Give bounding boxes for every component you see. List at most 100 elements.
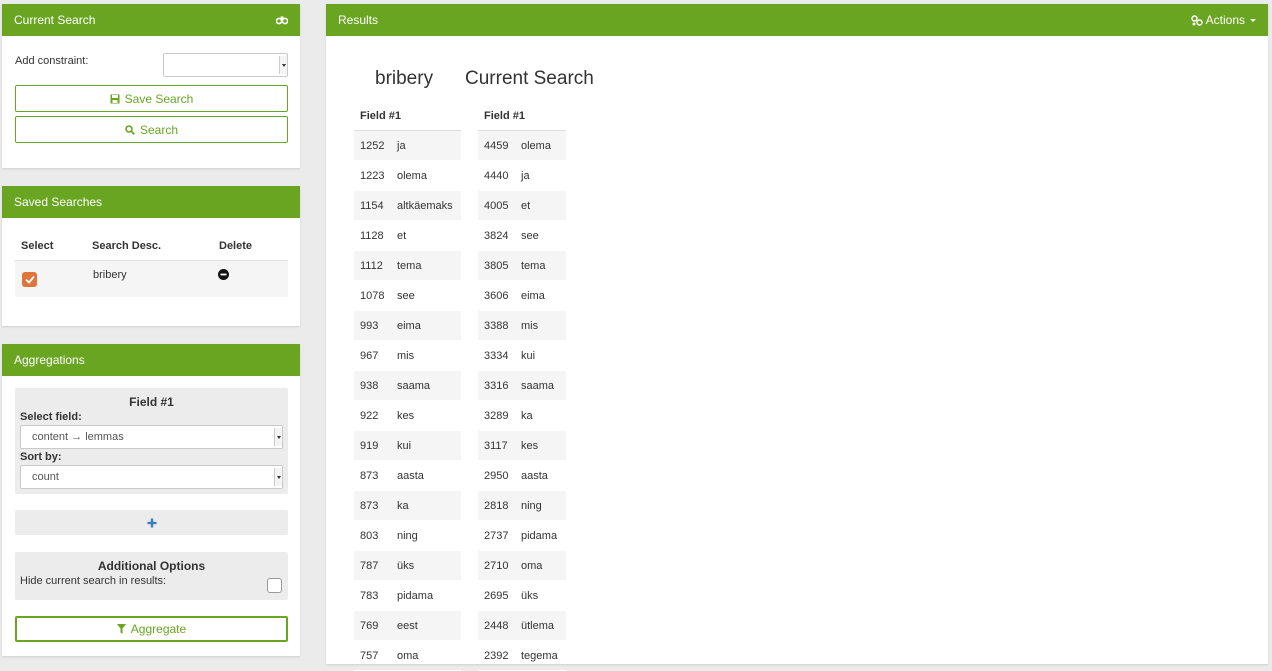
row-count: 769 [354, 610, 391, 641]
row-count: 3606 [478, 280, 515, 311]
search-icon [125, 124, 135, 135]
table-header-row: Field #1 [354, 102, 461, 131]
saved-search-checkbox[interactable] [22, 271, 37, 287]
table-row: 2950 aasta [478, 460, 566, 491]
table-row: 803 ning [354, 520, 461, 551]
column-header: Field #1 [354, 102, 461, 131]
table-row: 1252 ja [354, 130, 461, 161]
row-count: 4459 [478, 130, 515, 161]
row-term: ja [515, 160, 566, 191]
aggregate-button[interactable]: Aggregate [15, 616, 288, 642]
table-row: 2737 pidama [478, 520, 566, 551]
bribery-results-body: 1252 ja 1223 olema 1154 altkäemaks 1128 et 1112 t… [354, 130, 461, 671]
select-field-value: content → lemmas [32, 431, 124, 443]
row-term: pidama [391, 580, 461, 611]
row-count: 3289 [478, 400, 515, 431]
row-term: tema [515, 250, 566, 281]
row-term: et [515, 190, 566, 221]
row-term: ja [391, 130, 461, 161]
chevron-down-icon [1250, 18, 1256, 22]
table-row: 787 üks [354, 550, 461, 581]
current-search-header: Current Search [2, 4, 300, 36]
field-box: Field #1 Select field: content → lemmas … [15, 388, 288, 494]
sort-by-dropdown[interactable]: count [20, 465, 283, 489]
hide-current-search-label: Hide current search in results: [20, 575, 167, 587]
row-term: saama [515, 370, 566, 401]
table-row: 873 ka [354, 490, 461, 521]
row-count: 1078 [354, 280, 391, 311]
table-row: 967 mis [354, 340, 461, 371]
saved-searches-header: Saved Searches [2, 186, 300, 218]
table-row: 2818 ning [478, 490, 566, 521]
hide-current-search-checkbox[interactable] [267, 578, 282, 593]
check-icon [24, 275, 35, 284]
table-row: 3334 kui [478, 340, 566, 371]
search-button[interactable]: Search [15, 116, 288, 143]
saved-searches-panel: Saved Searches Select Search Desc. Delet… [2, 186, 300, 326]
row-term: kui [391, 430, 461, 461]
bribery-results-table: Field #1 1252 ja 1223 olema 1154 altkäemaks 11… [354, 102, 461, 671]
row-term: altkäemaks [391, 190, 461, 221]
row-term: see [391, 280, 461, 311]
row-term: saama [391, 370, 461, 401]
row-term: kes [515, 430, 566, 461]
table-row: 3606 eima [478, 280, 566, 311]
table-row: 1223 olema [354, 160, 461, 191]
table-row: 1078 see [354, 280, 461, 311]
row-term: olema [515, 130, 566, 161]
aggregations-title: Aggregations [14, 353, 85, 367]
minus-circle-icon[interactable] [218, 268, 229, 280]
select-field-dropdown[interactable]: content → lemmas [20, 425, 283, 449]
add-field-button[interactable] [15, 510, 288, 535]
table-row: 2695 üks [478, 580, 566, 611]
row-term: eima [391, 310, 461, 341]
row-count: 4440 [478, 160, 515, 191]
row-count: 2448 [478, 610, 515, 641]
table-row: 3316 saama [478, 370, 566, 401]
row-term: kui [515, 340, 566, 371]
table-row: 2392 tegema [478, 640, 566, 671]
saved-searches-head-row: Select Search Desc. Delete [15, 232, 288, 261]
save-search-button[interactable]: Save Search [15, 85, 288, 112]
table-row: 757 oma [354, 640, 461, 671]
constraint-select[interactable] [163, 53, 288, 77]
row-term: üks [515, 580, 566, 611]
saved-search-desc: bribery [93, 269, 127, 281]
table-row: 919 kui [354, 430, 461, 461]
row-count: 1252 [354, 130, 391, 161]
binoculars-icon[interactable] [276, 15, 288, 25]
actions-menu[interactable]: Actions [1190, 13, 1256, 27]
row-count: 3316 [478, 370, 515, 401]
row-term: oma [391, 640, 461, 671]
row-term: et [391, 220, 461, 251]
table-row: 4005 et [478, 190, 566, 221]
sort-by-label: Sort by: [20, 451, 62, 463]
row-count: 1154 [354, 190, 391, 221]
row-count: 3824 [478, 220, 515, 251]
table-row: 3289 ka [478, 400, 566, 431]
row-count: 873 [354, 490, 391, 521]
row-count: 873 [354, 460, 391, 491]
row-term: üks [391, 550, 461, 581]
table-row: 3388 mis [478, 310, 566, 341]
row-count: 757 [354, 640, 391, 671]
row-count: 922 [354, 400, 391, 431]
column-select: Select [21, 240, 54, 252]
results-panel: Results Actions bribery Current Search F… [326, 4, 1268, 671]
row-count: 919 [354, 430, 391, 461]
cogs-icon [1190, 14, 1203, 26]
results-header: Results Actions [326, 4, 1268, 36]
chevron-down-icon [274, 468, 282, 486]
table-row: 922 kes [354, 400, 461, 431]
row-term: ning [391, 520, 461, 551]
row-term: ütlema [515, 610, 566, 641]
row-term: see [515, 220, 566, 251]
saved-search-row: bribery [15, 261, 288, 297]
table-row: 993 eima [354, 310, 461, 341]
results-heading-left: bribery [375, 68, 434, 89]
row-term: kes [391, 400, 461, 431]
sort-by-value: count [32, 471, 59, 483]
table-row: 1128 et [354, 220, 461, 251]
row-term: tema [391, 250, 461, 281]
row-count: 3117 [478, 430, 515, 461]
